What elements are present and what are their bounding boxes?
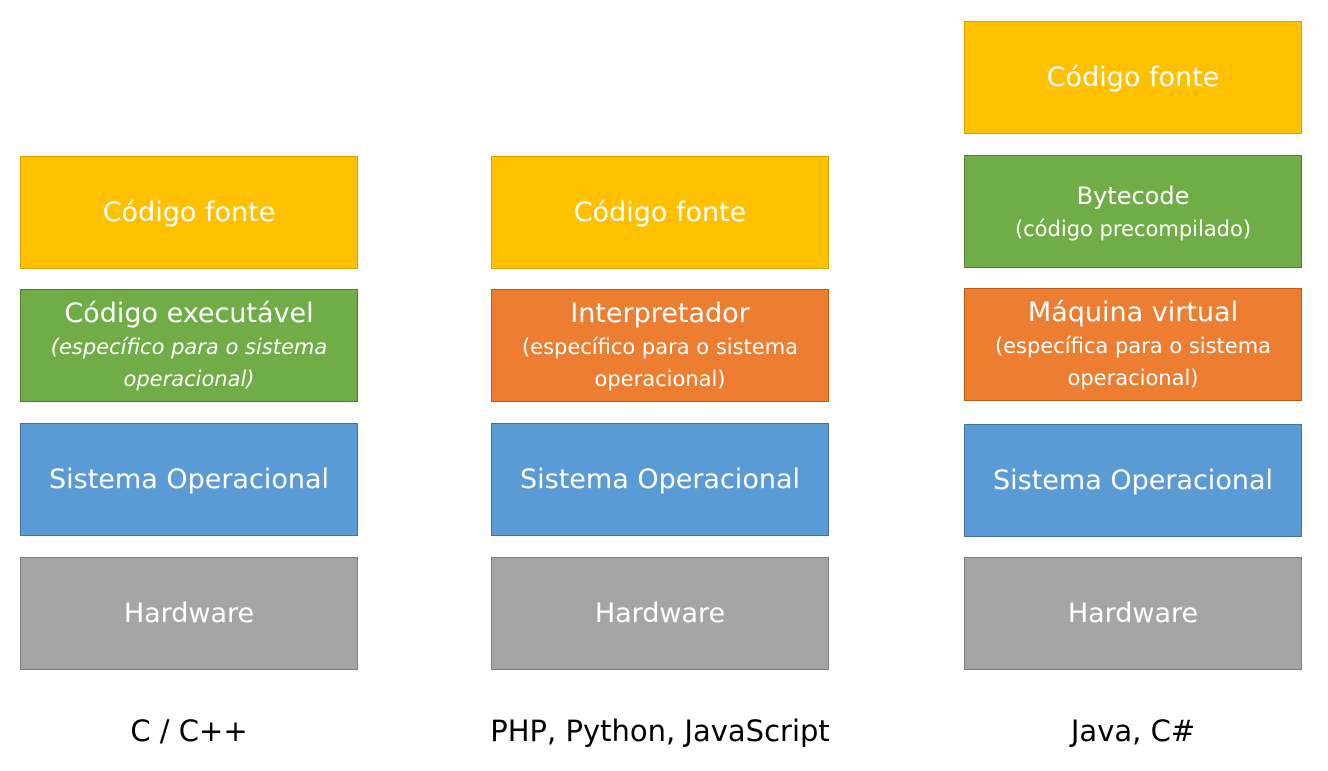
interpreted-language-caption: PHP, Python, JavaScript (490, 714, 830, 748)
interpreter-block: Interpretador (específico para o sistema… (491, 289, 829, 402)
c-executable-sub-line-2: operacional) (123, 366, 255, 391)
c-executable-sub-line-1: (específico para o sistema (50, 334, 328, 359)
interpreted-source-code-block: Código fonte (491, 156, 829, 269)
interpreter-sub-line-2: operacional) (594, 366, 726, 391)
vm-language-caption: Java, C# (1070, 714, 1196, 748)
c-executable-title: Código executável (64, 297, 314, 329)
vm-source-code-label: Código fonte (1046, 61, 1220, 93)
interpreted-hardware-block: Hardware (491, 557, 829, 670)
vm-operating-system-block: Sistema Operacional (964, 424, 1302, 537)
bytecode-block: Bytecode (código precompilado) (964, 155, 1302, 268)
interpreter-sub-line-1: (específico para o sistema (521, 334, 799, 359)
c-operating-system-block: Sistema Operacional (20, 423, 358, 536)
virtual-machine-sub-line-1: (específica para o sistema (994, 333, 1272, 358)
vm-hardware-label: Hardware (1067, 597, 1199, 629)
bytecode-sub: (código precompilado) (1014, 216, 1252, 241)
virtual-machine-title: Máquina virtual (1027, 296, 1239, 328)
interpreted-hardware-label: Hardware (594, 597, 726, 629)
virtual-machine-block: Máquina virtual (específica para o siste… (964, 288, 1302, 401)
interpreted-source-code-label: Código fonte (573, 196, 747, 228)
c-language-caption: C / C++ (130, 714, 248, 748)
c-source-code-label: Código fonte (102, 196, 276, 228)
vm-source-code-block: Código fonte (964, 21, 1302, 134)
c-hardware-block: Hardware (20, 557, 358, 670)
virtual-machine-sub-line-2: operacional) (1067, 365, 1199, 390)
c-operating-system-label: Sistema Operacional (48, 463, 329, 495)
interpreted-operating-system-label: Sistema Operacional (519, 463, 800, 495)
c-hardware-label: Hardware (123, 597, 255, 629)
vm-hardware-block: Hardware (964, 557, 1302, 670)
bytecode-title: Bytecode (1076, 181, 1190, 210)
interpreter-title: Interpretador (570, 297, 750, 329)
c-executable-code-block: Código executável (específico para o sis… (20, 289, 358, 402)
interpreted-operating-system-block: Sistema Operacional (491, 423, 829, 536)
c-source-code-block: Código fonte (20, 156, 358, 269)
vm-operating-system-label: Sistema Operacional (992, 464, 1273, 496)
